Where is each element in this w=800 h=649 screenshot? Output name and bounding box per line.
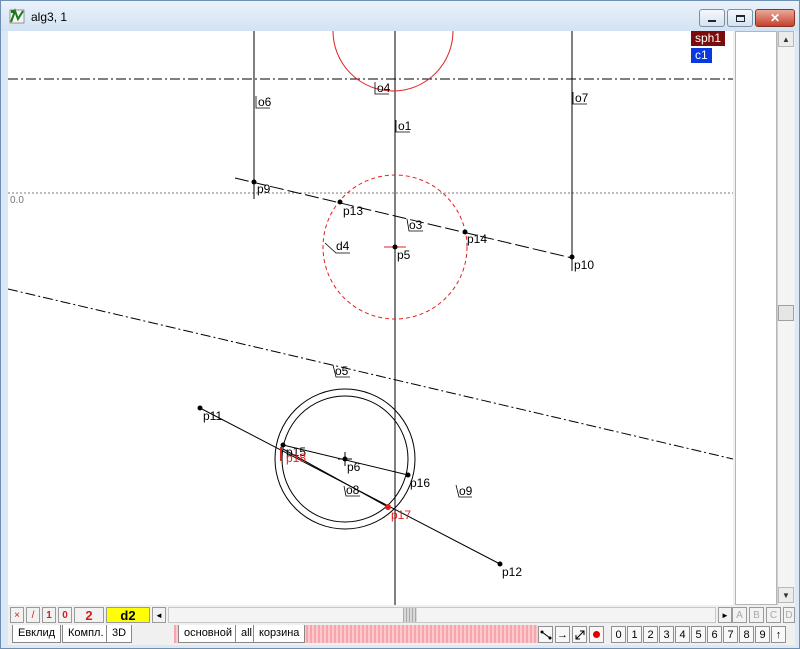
axis-zero-label: 0.0 — [10, 195, 24, 206]
tab-layer-main[interactable]: основной — [178, 625, 238, 643]
digit-6-button[interactable]: 6 — [707, 626, 722, 643]
label-o3: o3 — [409, 218, 423, 232]
view-letter-a[interactable]: A — [732, 607, 747, 623]
label-p12: p12 — [502, 565, 522, 579]
line-tool-button[interactable]: / — [26, 607, 40, 623]
circle-sph1-arc[interactable] — [332, 31, 454, 92]
scroll-down-button[interactable]: ▼ — [778, 587, 794, 603]
label-p6: p6 — [347, 460, 361, 474]
digit-3-button[interactable]: 3 — [659, 626, 674, 643]
point-p9[interactable] — [251, 179, 257, 185]
point-p15[interactable] — [280, 442, 286, 448]
horizontal-scroll-thumb[interactable] — [403, 608, 417, 622]
badge-sph1[interactable]: sph1 — [691, 31, 726, 46]
record-tool-button[interactable] — [589, 626, 604, 643]
label-o7: o7 — [575, 91, 589, 105]
close-icon: ✕ — [769, 11, 781, 25]
zero-label: 0 — [62, 609, 68, 621]
arrow-tool-button[interactable]: → — [555, 626, 570, 643]
right-panel: ▲ ▼ — [733, 31, 795, 605]
one-label: 1 — [46, 609, 52, 621]
minimize-button[interactable] — [699, 9, 725, 27]
title-bar: alg3, 1 ✕ — [1, 1, 799, 31]
bottom-toolbar: × / 1 0 2 d2 ◄ ► A B C D — [8, 605, 795, 625]
scroll-up-icon: ▲ — [782, 34, 790, 44]
one-tool-button[interactable]: 1 — [42, 607, 56, 623]
view-letter-d[interactable]: D — [783, 607, 795, 623]
label-p18: p18 — [286, 451, 306, 465]
points — [197, 179, 575, 567]
tab-euclid[interactable]: Евклид — [12, 625, 62, 643]
label-o1: o1 — [398, 119, 412, 133]
line-o3[interactable] — [234, 177, 573, 259]
app-logo-icon — [9, 8, 25, 24]
scroll-up-button[interactable]: ▲ — [778, 31, 794, 47]
close-button[interactable]: ✕ — [755, 9, 795, 27]
scroll-right-button[interactable]: ► — [718, 607, 732, 623]
scroll-left-icon: ◄ — [155, 610, 163, 620]
point-p13[interactable] — [337, 199, 343, 205]
label-p9: p9 — [257, 182, 271, 196]
horizontal-scrollbar[interactable] — [168, 607, 716, 623]
tab-layer-trash[interactable]: корзина — [253, 625, 306, 643]
scroll-right-icon: ► — [721, 610, 729, 620]
label-p5: p5 — [397, 248, 411, 262]
line-icon: / — [31, 609, 35, 621]
digit-5-button[interactable]: 5 — [691, 626, 706, 643]
label-o6: o6 — [258, 95, 272, 109]
drawing-canvas[interactable]: 0.0 o6 o4 o1 o7 p9 p13 o3 p14 d4 p5 p10 … — [8, 31, 733, 605]
label-o9: o9 — [459, 484, 473, 498]
connect-icon — [540, 630, 551, 639]
digit-2-button[interactable]: 2 — [643, 626, 658, 643]
delete-icon: × — [14, 609, 20, 621]
window-title: alg3, 1 — [31, 10, 68, 24]
tab-bar: Евклид Компл. 3D основной all корзина → … — [8, 625, 795, 645]
digit-7-button[interactable]: 7 — [723, 626, 738, 643]
scroll-left-button[interactable]: ◄ — [152, 607, 166, 623]
label-d4: d4 — [336, 239, 350, 253]
resize-icon — [575, 630, 584, 639]
digit-0-button[interactable]: 0 — [611, 626, 626, 643]
digit-9-button[interactable]: 9 — [755, 626, 770, 643]
maximize-button[interactable] — [727, 9, 753, 27]
active-object-field[interactable]: d2 — [106, 607, 150, 623]
digit-up-button[interactable]: ↑ — [771, 626, 786, 643]
label-o8: o8 — [346, 483, 360, 497]
minimize-icon — [708, 20, 716, 22]
label-p13: p13 — [343, 204, 363, 218]
delete-tool-button[interactable]: × — [10, 607, 24, 623]
label-o5: o5 — [335, 364, 349, 378]
zero-tool-button[interactable]: 0 — [58, 607, 72, 623]
label-p14: p14 — [467, 232, 487, 246]
resize-tool-button[interactable] — [572, 626, 587, 643]
view-letter-b[interactable]: B — [749, 607, 764, 623]
object-list-panel — [735, 31, 777, 605]
label-p11: p11 — [203, 409, 222, 423]
label-p16: p16 — [410, 476, 430, 490]
badge-c1[interactable]: c1 — [691, 48, 712, 63]
app-window: alg3, 1 ✕ 0.0 o6 o4 o1 o7 p9 p13 o3 p14 … — [0, 0, 800, 649]
counter-display: 2 — [74, 607, 104, 623]
label-p17: p17 — [391, 508, 411, 522]
tab-3d[interactable]: 3D — [106, 625, 133, 643]
scroll-down-icon: ▼ — [782, 590, 790, 600]
record-dot-icon — [593, 631, 600, 638]
arrow-icon: → — [557, 628, 568, 641]
label-o4: o4 — [377, 81, 391, 95]
tab-complex[interactable]: Компл. — [62, 625, 110, 643]
digit-4-button[interactable]: 4 — [675, 626, 690, 643]
connect-tool-button[interactable] — [538, 626, 553, 643]
digit-1-button[interactable]: 1 — [627, 626, 642, 643]
vertical-scroll-thumb[interactable] — [778, 305, 794, 321]
digit-8-button[interactable]: 8 — [739, 626, 754, 643]
maximize-icon — [735, 14, 745, 22]
line-o5[interactable] — [8, 288, 733, 460]
point-p11[interactable] — [197, 405, 203, 411]
label-ticks — [255, 82, 587, 498]
label-p10: p10 — [574, 258, 594, 272]
view-letter-c[interactable]: C — [766, 607, 781, 623]
